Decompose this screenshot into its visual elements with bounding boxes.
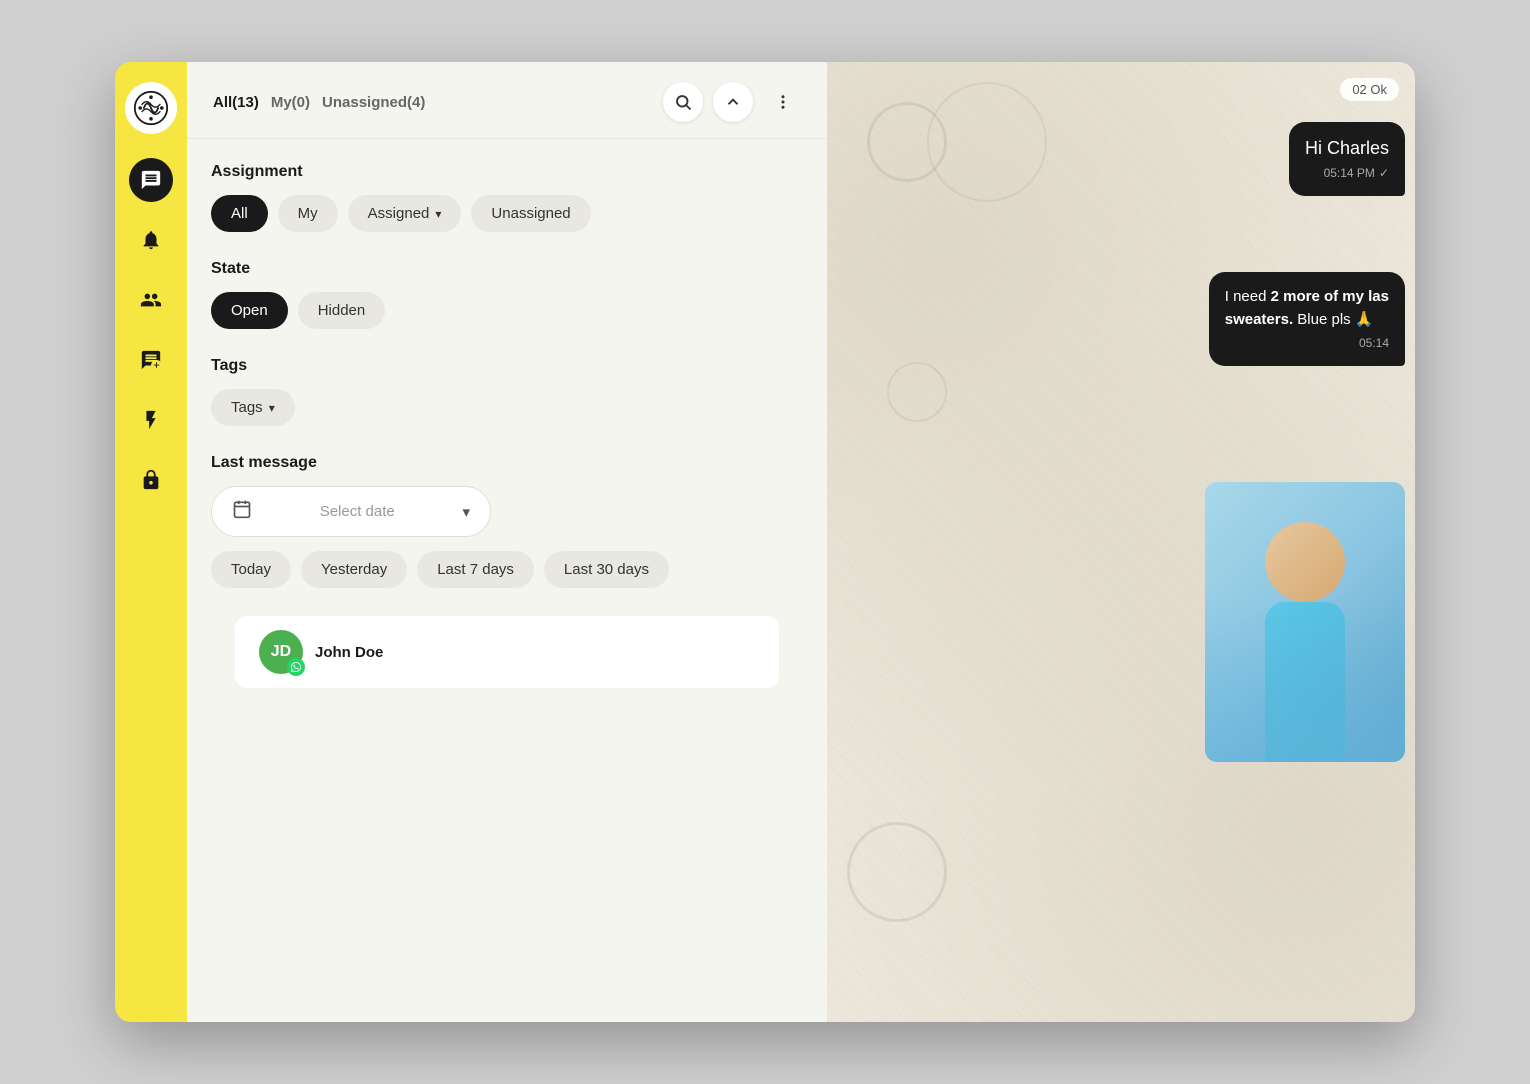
search-button[interactable] bbox=[663, 82, 703, 122]
chat-image-preview bbox=[1205, 482, 1405, 762]
tags-title: Tags bbox=[211, 357, 803, 375]
filter-header: All(13) My(0) Unassigned(4) bbox=[187, 62, 827, 139]
msg-text-1: Hi Charles bbox=[1305, 136, 1389, 161]
filter-panel: All(13) My(0) Unassigned(4) bbox=[187, 62, 827, 1022]
tab-unassigned[interactable]: Unassigned(4) bbox=[320, 90, 427, 115]
chat-nav-icon[interactable] bbox=[129, 158, 173, 202]
state-section: State Open Hidden bbox=[211, 260, 803, 329]
add-chat-nav-icon[interactable] bbox=[129, 338, 173, 382]
notifications-nav-icon[interactable] bbox=[129, 218, 173, 262]
chip-tags[interactable]: Tags ▾ bbox=[211, 389, 295, 426]
bolt-nav-icon[interactable] bbox=[129, 398, 173, 442]
assignment-chips: All My Assigned ▾ Unassigned bbox=[211, 195, 803, 232]
avatar-initials: JD bbox=[271, 643, 291, 661]
chip-hidden[interactable]: Hidden bbox=[298, 292, 386, 329]
last-message-title: Last message bbox=[211, 454, 803, 472]
chip-last7[interactable]: Last 7 days bbox=[417, 551, 534, 588]
more-options-button[interactable] bbox=[763, 82, 803, 122]
date-chevron: ▾ bbox=[462, 503, 470, 521]
body-placeholder bbox=[1265, 602, 1345, 762]
tags-chips: Tags ▾ bbox=[211, 389, 803, 426]
contact-avatar: JD bbox=[259, 630, 303, 674]
bg-deco-circle2 bbox=[927, 82, 1047, 202]
assignment-section: Assignment All My Assigned ▾ Unassigned bbox=[211, 163, 803, 232]
filter-body: Assignment All My Assigned ▾ Unassigned … bbox=[187, 139, 827, 1022]
collapse-button[interactable] bbox=[713, 82, 753, 122]
date-select-button[interactable]: Select date ▾ bbox=[211, 486, 491, 537]
contact-name: John Doe bbox=[315, 644, 383, 661]
sidebar bbox=[115, 62, 187, 1022]
msg-bubble-1: Hi Charles 05:14 PM ✓ bbox=[1289, 122, 1405, 196]
chip-yesterday[interactable]: Yesterday bbox=[301, 551, 407, 588]
msg-time-1: 05:14 PM ✓ bbox=[1305, 165, 1389, 182]
check-icon: ✓ bbox=[1379, 165, 1389, 182]
chip-unassigned[interactable]: Unassigned bbox=[471, 195, 590, 232]
bg-deco-circle3 bbox=[847, 822, 947, 922]
whatsapp-badge bbox=[287, 658, 305, 676]
app-container: All(13) My(0) Unassigned(4) bbox=[115, 62, 1415, 1022]
tab-all[interactable]: All(13) bbox=[211, 90, 261, 115]
state-title: State bbox=[211, 260, 803, 278]
chat-message-1: Hi Charles 05:14 PM ✓ bbox=[1289, 122, 1405, 196]
msg-time-2: 05:14 bbox=[1225, 335, 1389, 352]
bg-deco-circle4 bbox=[887, 362, 947, 422]
tags-chevron: ▾ bbox=[269, 401, 275, 415]
msg-text-2: I need 2 more of my lassweaters. Blue pl… bbox=[1225, 286, 1389, 331]
chip-open[interactable]: Open bbox=[211, 292, 288, 329]
last-message-section: Last message Select date ▾ Today bbox=[211, 454, 803, 588]
image-preview-box bbox=[1205, 482, 1405, 762]
tags-section: Tags Tags ▾ bbox=[211, 357, 803, 426]
chip-today[interactable]: Today bbox=[211, 551, 291, 588]
assignment-title: Assignment bbox=[211, 163, 803, 181]
contacts-nav-icon[interactable] bbox=[129, 278, 173, 322]
chat-timestamp: 02 Ok bbox=[1340, 78, 1399, 101]
contact-item[interactable]: JD John Doe bbox=[235, 616, 779, 688]
date-select-placeholder: Select date bbox=[262, 503, 452, 520]
lock-nav-icon[interactable] bbox=[129, 458, 173, 502]
chip-all[interactable]: All bbox=[211, 195, 268, 232]
calendar-icon bbox=[232, 499, 252, 524]
msg-bubble-2: I need 2 more of my lassweaters. Blue pl… bbox=[1209, 272, 1405, 366]
chip-last30[interactable]: Last 30 days bbox=[544, 551, 669, 588]
face-placeholder bbox=[1265, 522, 1345, 602]
chat-area: 02 Ok Hi Charles 05:14 PM ✓ I need 2 mor… bbox=[827, 62, 1415, 1022]
filter-tabs: All(13) My(0) Unassigned(4) bbox=[211, 90, 647, 115]
chat-message-2: I need 2 more of my lassweaters. Blue pl… bbox=[1209, 272, 1405, 366]
state-chips: Open Hidden bbox=[211, 292, 803, 329]
chip-my[interactable]: My bbox=[278, 195, 338, 232]
date-quick-options: Today Yesterday Last 7 days Last 30 days bbox=[211, 551, 803, 588]
filter-header-actions bbox=[663, 82, 803, 122]
tab-my[interactable]: My(0) bbox=[269, 90, 312, 115]
chip-assigned[interactable]: Assigned ▾ bbox=[348, 195, 462, 232]
app-logo bbox=[125, 82, 177, 134]
assigned-chevron: ▾ bbox=[435, 207, 441, 221]
